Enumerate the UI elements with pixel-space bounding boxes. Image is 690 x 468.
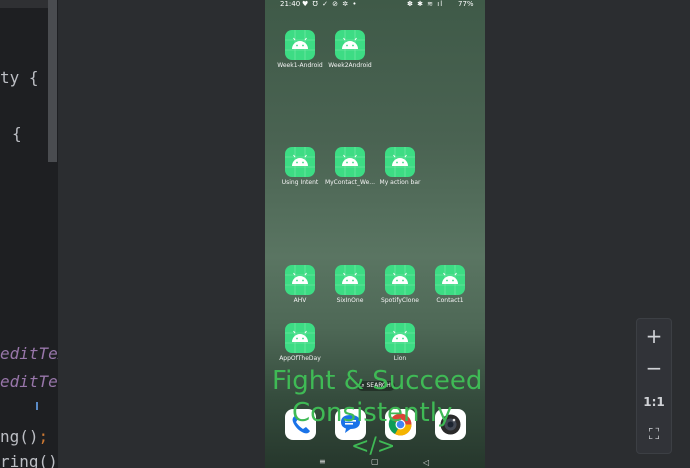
code-line[interactable]: { xyxy=(12,124,22,143)
battery-level: 77% xyxy=(458,0,474,8)
app-label: Week1-Android xyxy=(277,62,323,69)
app-week1-android[interactable]: Week1-Android xyxy=(272,30,328,69)
code-line[interactable]: editTex xyxy=(0,344,58,363)
android-icon xyxy=(285,323,315,353)
android-icon xyxy=(285,147,315,177)
overlay-code-symbol: </> xyxy=(351,434,396,459)
system-icons: ✽ ✱ ≋ ıl xyxy=(407,0,444,8)
code-editor[interactable]: ty { { editTex editTe ng(); ring() xyxy=(0,0,58,468)
app-mycontact[interactable]: MyContact_We... xyxy=(322,147,378,186)
android-icon xyxy=(335,265,365,295)
code-line[interactable]: ring() xyxy=(0,452,58,468)
emulator-background xyxy=(58,0,265,468)
text-caret xyxy=(36,402,38,410)
actual-size-button[interactable]: 1:1 xyxy=(637,387,671,417)
app-label: Contact1 xyxy=(436,297,464,304)
android-icon xyxy=(285,265,315,295)
app-label: Using Intent xyxy=(281,179,319,186)
code-line[interactable]: editTe xyxy=(0,372,58,391)
back-button[interactable]: ◁ xyxy=(423,458,429,467)
android-icon xyxy=(335,147,365,177)
android-icon xyxy=(385,323,415,353)
app-appoftheday[interactable]: AppOfTheDay xyxy=(272,323,328,362)
android-icon xyxy=(435,265,465,295)
overlay-line-2: Consistently xyxy=(292,398,453,428)
code-line[interactable]: ty { xyxy=(0,68,39,87)
editor-scrollbar[interactable] xyxy=(48,0,57,162)
android-icon xyxy=(385,147,415,177)
app-label: SpotifyClone xyxy=(381,297,419,304)
android-icon xyxy=(385,265,415,295)
code-line[interactable]: ng(); xyxy=(0,427,48,446)
app-ahv[interactable]: AHV xyxy=(272,265,328,304)
overlay-line-1: Fight & Succeed xyxy=(272,366,483,396)
status-bar: 21:40 ♥ Ʊ ✓ ⊘ ✲ • ✽ ✱ ≋ ıl 77% xyxy=(265,0,485,10)
zoom-out-button[interactable]: − xyxy=(637,353,671,383)
app-label: AHV xyxy=(293,297,307,304)
app-week2-android[interactable]: Week2Android xyxy=(322,30,378,69)
app-sixinone[interactable]: SixInOne xyxy=(322,265,378,304)
app-label: Week2Android xyxy=(328,62,372,69)
app-label: My action bar xyxy=(379,179,421,186)
app-label: SixInOne xyxy=(336,297,364,304)
app-spotifyclone[interactable]: SpotifyClone xyxy=(372,265,428,304)
recent-apps-button[interactable]: ≡ xyxy=(319,457,326,466)
editor-tab-strip xyxy=(0,0,48,8)
android-icon xyxy=(285,30,315,60)
app-using-intent[interactable]: Using Intent xyxy=(272,147,328,186)
notification-icons: ♥ Ʊ ✓ ⊘ ✲ • xyxy=(302,0,358,8)
android-icon xyxy=(335,30,365,60)
zoom-in-button[interactable]: + xyxy=(637,321,671,351)
app-label: AppOfTheDay xyxy=(279,355,321,362)
fit-screen-icon[interactable]: ⛶ xyxy=(637,419,671,449)
app-lion[interactable]: Lion xyxy=(372,323,428,362)
emulator-zoom-panel: + − 1:1 ⛶ xyxy=(636,318,672,454)
app-contact1[interactable]: Contact1 xyxy=(422,265,478,304)
app-my-action-bar[interactable]: My action bar xyxy=(372,147,428,186)
app-label: Lion xyxy=(393,355,407,362)
app-label: MyContact_We... xyxy=(324,179,376,186)
status-time: 21:40 xyxy=(280,0,301,8)
